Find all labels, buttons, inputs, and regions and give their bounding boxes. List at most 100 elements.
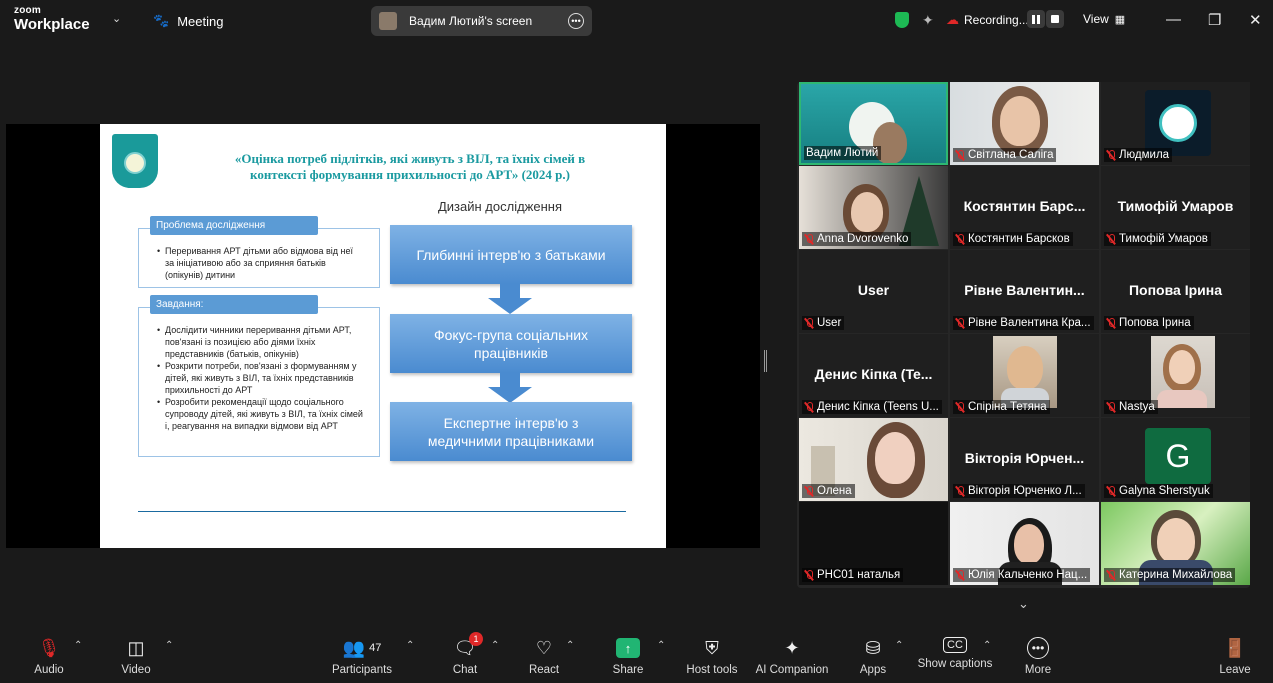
participant-display-name: Вікторія Юрчен...	[964, 450, 1085, 466]
video-button[interactable]: ◫ Video	[114, 627, 158, 683]
audio-button[interactable]: 🎙 Audio	[28, 627, 70, 683]
participants-options-caret[interactable]: ⌃	[406, 640, 414, 651]
chevron-down-icon[interactable]: ⌄	[112, 12, 121, 25]
participant-tile[interactable]: G Galyna Sherstyuk	[1101, 418, 1250, 501]
pause-recording-button[interactable]	[1027, 10, 1045, 28]
show-captions-label: Show captions	[917, 658, 993, 670]
show-captions-button[interactable]: CC Show captions	[916, 627, 994, 683]
participant-display-name: Рівне Валентин...	[964, 282, 1085, 298]
stop-recording-button[interactable]	[1046, 10, 1064, 28]
cloud-icon: ☁	[946, 12, 959, 27]
react-label: React	[528, 664, 560, 676]
share-options-caret[interactable]: ⌃	[657, 640, 665, 651]
apps-button[interactable]: ⛁ Apps	[858, 627, 888, 683]
audio-options-caret[interactable]: ⌃	[74, 640, 82, 651]
chat-label: Chat	[452, 664, 478, 676]
zoom-logo[interactable]: zoom Workplace	[14, 5, 90, 33]
ai-companion-button[interactable]: ✦ AI Companion	[754, 627, 830, 683]
arrow-down-icon	[488, 284, 532, 314]
participant-name: Світлана Саліга	[953, 148, 1057, 162]
participant-gallery: Вадим Лютий Світлана Саліга Людмила Anna…	[797, 82, 1250, 588]
shield-icon: ⛨	[705, 637, 719, 658]
captions-icon: CC	[943, 637, 967, 653]
participant-tile[interactable]: Юлія Кальченко Нац...	[950, 502, 1099, 585]
more-options-icon[interactable]: •••	[568, 13, 584, 29]
participant-tile[interactable]: Олена	[799, 418, 948, 501]
close-icon[interactable]: ✕	[1249, 11, 1262, 29]
mic-muted-icon	[1106, 569, 1116, 581]
resize-handle[interactable]	[764, 350, 767, 372]
mic-muted-icon	[1106, 317, 1116, 329]
share-label: Share	[612, 664, 644, 676]
restore-icon[interactable]: ❐	[1208, 11, 1221, 29]
mic-muted-icon	[955, 569, 965, 581]
problem-bullets: Переривання АРТ дітьми або відмова від н…	[157, 245, 363, 281]
participant-tile[interactable]: Вадим Лютий	[799, 82, 948, 165]
participant-tile[interactable]: Людмила	[1101, 82, 1250, 165]
slide-divider	[138, 511, 626, 512]
participant-display-name: Попова Ірина	[1128, 282, 1222, 298]
view-button[interactable]: View ▦	[1083, 12, 1125, 26]
participant-tile[interactable]: Вікторія Юрчен... Вікторія Юрченко Л...	[950, 418, 1099, 501]
host-tools-button[interactable]: ⛨ Host tools	[684, 627, 740, 683]
logo-line1: zoom	[14, 5, 41, 16]
leave-label: Leave	[1219, 664, 1251, 676]
chat-options-caret[interactable]: ⌃	[491, 640, 499, 651]
participant-tile[interactable]: Світлана Саліга	[950, 82, 1099, 165]
participant-display-name: Тимофій Умаров	[1117, 198, 1234, 214]
participant-tile[interactable]: User User	[799, 250, 948, 333]
heart-icon: ♡	[535, 637, 553, 658]
react-options-caret[interactable]: ⌃	[566, 640, 574, 651]
minimize-icon[interactable]: —	[1166, 11, 1181, 28]
participant-tile[interactable]: Попова Ірина Попова Ірина	[1101, 250, 1250, 333]
participant-tile[interactable]: Костянтин Барс... Костянтин Барсков	[950, 166, 1099, 249]
participant-tile[interactable]: РНС01 наталья	[799, 502, 948, 585]
participant-tile[interactable]: Тимофій Умаров Тимофій Умаров	[1101, 166, 1250, 249]
participant-name: Людмила	[1104, 148, 1173, 162]
mic-muted-icon	[955, 233, 965, 245]
mic-muted-icon	[804, 401, 814, 413]
participant-tile[interactable]: Катерина Михайлова	[1101, 502, 1250, 585]
recording-indicator[interactable]: ☁ Recording...	[946, 12, 1029, 28]
meeting-info-button[interactable]: 🐾 Meeting	[153, 13, 223, 29]
participant-tile[interactable]: Nastya	[1101, 334, 1250, 417]
participant-name: Денис Кіпка (Teens U...	[802, 400, 942, 414]
participants-icon: 👥 47	[342, 637, 382, 658]
mic-muted-icon	[804, 317, 814, 329]
audio-label: Audio	[34, 664, 64, 676]
react-button[interactable]: ♡ React	[528, 627, 560, 683]
video-label: Video	[121, 664, 151, 676]
mic-muted-icon	[955, 149, 965, 161]
mic-muted-icon	[1106, 149, 1116, 161]
mic-muted-icon: 🎙	[37, 637, 61, 658]
video-options-caret[interactable]: ⌃	[165, 640, 173, 651]
sparkle-icon: ✦	[784, 637, 800, 658]
screen-share-pill[interactable]: Вадим Лютий's screen •••	[371, 6, 592, 36]
participant-name: Тимофій Умаров	[1104, 232, 1211, 246]
more-icon: •••	[1027, 637, 1049, 659]
participant-name: Попова Ірина	[1104, 316, 1194, 330]
apps-label: Apps	[859, 664, 887, 676]
participant-display-name: Костянтин Барс...	[963, 198, 1086, 214]
participant-name: Костянтин Барсков	[953, 232, 1073, 246]
participant-tile[interactable]: Денис Кіпка (Te... Денис Кіпка (Teens U.…	[799, 334, 948, 417]
security-shield-icon[interactable]	[895, 12, 909, 28]
participant-tile[interactable]: Рівне Валентин... Рівне Валентина Кра...	[950, 250, 1099, 333]
participant-display-name: Денис Кіпка (Te...	[814, 366, 933, 382]
sparkle-icon[interactable]: ✦	[922, 12, 934, 29]
more-button[interactable]: ••• More	[1022, 627, 1054, 683]
participants-button[interactable]: 👥 47 Participants	[330, 627, 394, 683]
chevron-down-icon[interactable]: ⌄	[1018, 596, 1029, 612]
top-bar: zoom Workplace ⌄ 🐾 Meeting Вадим Лютий's…	[0, 0, 1273, 42]
participant-tile[interactable]: Спіріна Тетяна	[950, 334, 1099, 417]
list-item: Дослідити чинники переривання дітьми АРТ…	[157, 324, 365, 360]
list-item: Розкрити потреби, пов'язані з формування…	[157, 360, 365, 396]
share-button[interactable]: ↑ Share	[612, 627, 644, 683]
captions-options-caret[interactable]: ⌃	[983, 640, 991, 651]
participant-tile[interactable]: Anna Dvorovenko	[799, 166, 948, 249]
apps-options-caret[interactable]: ⌃	[895, 640, 903, 651]
list-item: Розробити рекомендації щодо соціального …	[157, 396, 365, 432]
participant-name: Galyna Sherstyuk	[1104, 484, 1213, 498]
leave-button[interactable]: 🚪 Leave	[1218, 627, 1252, 683]
leave-door-icon: 🚪	[1223, 637, 1247, 658]
